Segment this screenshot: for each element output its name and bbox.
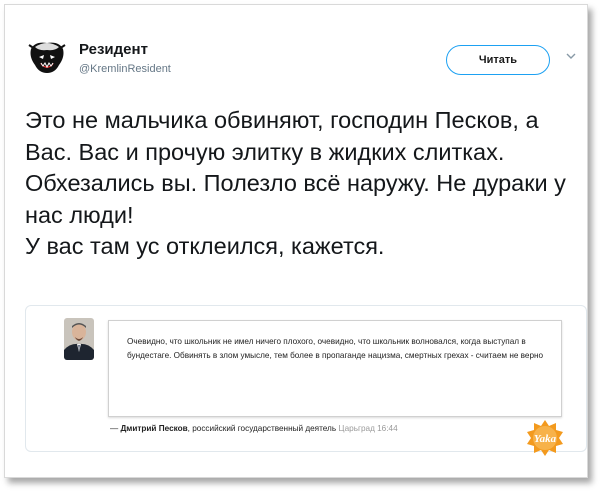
honey-badger-avatar-icon	[25, 35, 69, 79]
quote-source: Царьград 16:44	[338, 424, 398, 433]
author-handle[interactable]: @KremlinResident	[79, 63, 171, 75]
tweet-line: Это не мальчика обвиняют, господин Песко…	[25, 107, 539, 165]
follow-button[interactable]: Читать	[446, 45, 550, 75]
quote-author-title: , российский государственный деятель	[187, 424, 337, 433]
quote-card[interactable]: Очевидно, что школьник не имел ничего пл…	[25, 305, 587, 452]
tweet-screenshot-frame: Резидент @KremlinResident Читать Это не …	[4, 4, 588, 478]
quote-dash: —	[110, 424, 119, 433]
tweet-text: Это не мальчика обвиняют, господин Песко…	[25, 105, 580, 263]
tweet-line: У вас там ус отклеился, кажется.	[25, 233, 385, 260]
yaka-watermark-icon: Yaka	[527, 420, 563, 456]
tweet-line: Обхезались вы. Полезло всё наружу. Не ду…	[25, 170, 566, 228]
chevron-down-icon[interactable]	[564, 49, 578, 63]
person-photo-icon	[64, 318, 94, 360]
tweet-header: Резидент @KremlinResident Читать	[25, 35, 580, 85]
watermark-text: Yaka	[534, 433, 557, 445]
quote-author-photo	[64, 318, 94, 360]
quote-box: Очевидно, что школьник не имел ничего пл…	[108, 320, 562, 417]
quote-attribution: — Дмитрий Песков, российский государстве…	[110, 424, 580, 433]
author-name[interactable]: Резидент	[79, 41, 148, 58]
quote-author: Дмитрий Песков	[120, 424, 188, 433]
quote-text: Очевидно, что школьник не имел ничего пл…	[127, 337, 544, 360]
author-avatar[interactable]	[25, 35, 69, 79]
